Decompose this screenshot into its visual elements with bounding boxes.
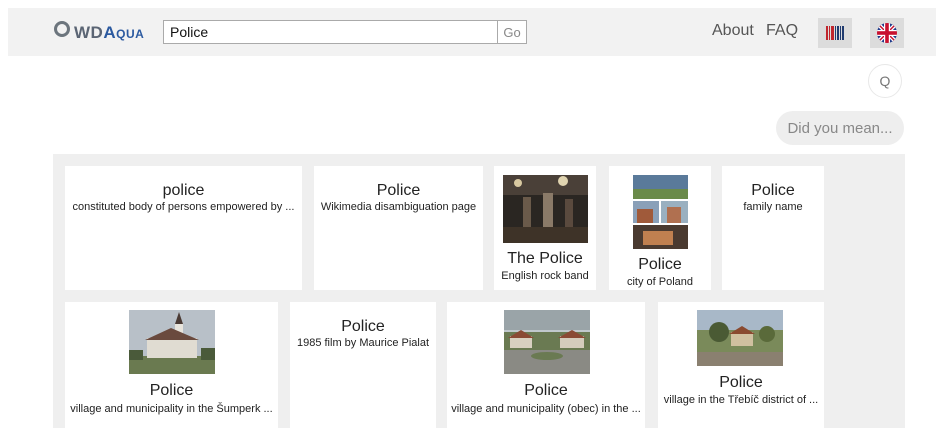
wdaqua-logo[interactable]: WD Aqua: [54, 21, 145, 44]
result-description: English rock band: [501, 270, 589, 282]
result-title: Police: [149, 382, 194, 399]
result-title: Police: [376, 182, 421, 199]
city-collage-image: [633, 175, 688, 249]
logo-suffix: Aqua: [103, 23, 145, 42]
result-card-police-body[interactable]: police constituted body of persons empow…: [65, 166, 302, 290]
result-title: Police: [341, 318, 385, 335]
language-button[interactable]: [870, 18, 904, 48]
result-card-obec-village[interactable]: Police village and municipality (obec) i…: [447, 302, 645, 428]
result-title: Police: [524, 382, 568, 399]
result-description: Wikimedia disambiguation page: [320, 201, 477, 213]
band-photo-image: [503, 175, 588, 243]
uk-flag-icon: [877, 23, 897, 43]
result-title: The Police: [507, 250, 583, 267]
faq-link[interactable]: FAQ: [766, 22, 798, 40]
result-description: family name: [743, 201, 803, 213]
result-title: Police: [638, 256, 682, 273]
about-link[interactable]: About: [712, 22, 754, 40]
result-description: city of Poland: [626, 276, 694, 288]
did-you-mean-button[interactable]: Did you mean...: [776, 111, 904, 145]
result-card-film[interactable]: Police 1985 film by Maurice Pialat: [290, 302, 436, 428]
logo-ring-icon: [54, 21, 70, 37]
result-description: village in the Třebíč district of ...: [663, 394, 819, 406]
search-input[interactable]: [163, 20, 497, 44]
result-description: 1985 film by Maurice Pialat: [296, 337, 430, 349]
result-title: Police: [751, 182, 795, 199]
result-title: Police: [719, 374, 763, 391]
results-panel: police constituted body of persons empow…: [53, 154, 905, 428]
result-card-disambiguation[interactable]: Police Wikimedia disambiguation page: [314, 166, 483, 290]
query-button[interactable]: Q: [868, 64, 902, 98]
barcode-icon: [826, 26, 844, 40]
village-photo-image: [504, 310, 590, 374]
result-card-family-name[interactable]: Police family name: [722, 166, 824, 290]
result-description: village and municipality (obec) in the .…: [451, 403, 641, 415]
result-description: constituted body of persons empowered by…: [72, 201, 295, 213]
search-bar: Go: [163, 20, 527, 44]
result-card-sumperk-village[interactable]: Police village and municipality in the Š…: [65, 302, 278, 428]
logo-prefix: WD: [74, 23, 104, 42]
top-bar: WD Aqua Go About FAQ: [8, 8, 936, 56]
result-title: police: [162, 182, 205, 199]
go-button[interactable]: Go: [497, 20, 527, 44]
result-card-the-police[interactable]: The Police English rock band: [494, 166, 596, 290]
result-card-trebic-village[interactable]: Police village in the Třebíč district of…: [658, 302, 824, 428]
barcode-button[interactable]: [818, 18, 852, 48]
result-card-city-of-poland[interactable]: Police city of Poland: [609, 166, 711, 290]
result-description: village and municipality in the Šumperk …: [70, 403, 273, 415]
trebic-village-photo-image: [697, 310, 783, 366]
church-photo-image: [129, 310, 215, 374]
